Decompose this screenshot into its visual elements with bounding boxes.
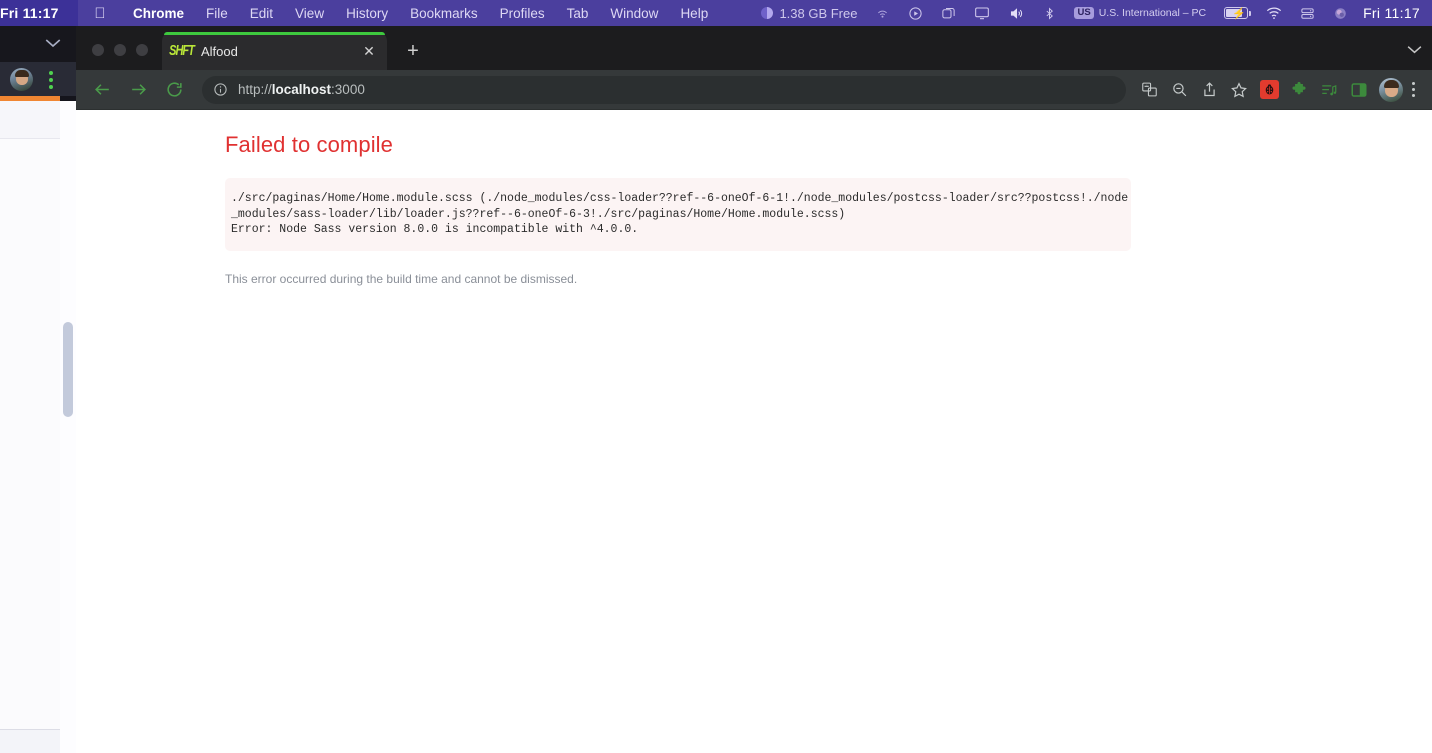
side-panel-icon[interactable] — [1344, 75, 1374, 105]
page-title: Failed to compile — [225, 132, 393, 157]
keyboard-label: U.S. International – PC — [1098, 7, 1207, 19]
background-browser-window[interactable] — [0, 26, 76, 753]
error-message: Error: Node Sass version 8.0.0 is incomp… — [231, 223, 639, 236]
minimize-window-button[interactable] — [114, 44, 126, 56]
apple-logo-icon[interactable]:  — [78, 5, 122, 22]
close-window-button[interactable] — [92, 44, 104, 56]
share-icon[interactable] — [1194, 75, 1224, 105]
screens-icon[interactable] — [932, 6, 965, 21]
memory-gauge-icon — [761, 7, 774, 19]
reload-icon[interactable] — [159, 75, 189, 105]
toolbar-actions — [1134, 75, 1422, 105]
compile-error-overlay: Failed to compile ./src/paginas/Home/Hom… — [76, 110, 1432, 286]
error-details-box: ./src/paginas/Home/Home.module.scss (./n… — [225, 178, 1131, 251]
browser-tab-alfood[interactable]: SHFT Alfood ✕ — [162, 32, 387, 70]
memory-status[interactable]: 1.38 GB Free — [752, 6, 866, 21]
menu-item-bookmarks[interactable]: Bookmarks — [399, 6, 489, 21]
profile-avatar[interactable] — [1379, 77, 1403, 102]
translate-icon[interactable] — [1134, 75, 1164, 105]
media-playlist-icon[interactable] — [1314, 75, 1344, 105]
time-machine-icon[interactable] — [1291, 6, 1324, 21]
url-host: localhost — [271, 82, 332, 97]
back-arrow-icon[interactable] — [87, 75, 117, 105]
screen-root: Fri 11:17  Chrome File Edit View Histor… — [0, 0, 1432, 753]
battery-charging-icon[interactable]: ⚡ — [1215, 7, 1257, 20]
background-page-footer — [0, 729, 60, 753]
menu-item-history[interactable]: History — [335, 6, 399, 21]
new-tab-button[interactable]: + — [399, 37, 427, 65]
volume-icon[interactable] — [999, 6, 1034, 21]
avatar[interactable] — [10, 68, 33, 91]
tab-title: Alfood — [201, 43, 238, 59]
url-port: :3000 — [331, 82, 365, 97]
menu-item-profiles[interactable]: Profiles — [489, 6, 556, 21]
menu-item-file[interactable]: File — [195, 6, 239, 21]
menu-item-window[interactable]: Window — [599, 6, 669, 21]
background-tabstrip — [0, 26, 76, 62]
shft-favicon: SHFT — [169, 42, 195, 60]
ladybug-glyph — [1259, 80, 1279, 99]
url-text: http://localhost:3000 — [238, 82, 365, 97]
menu-item-tab[interactable]: Tab — [556, 6, 600, 21]
browser-toolbar: http://localhost:3000 — [76, 70, 1432, 110]
chevron-down-icon[interactable] — [1396, 30, 1432, 68]
menu-item-chrome[interactable]: Chrome — [122, 6, 195, 21]
menu-item-edit[interactable]: Edit — [239, 6, 284, 21]
menu-item-view[interactable]: View — [284, 6, 335, 21]
menubar-clock[interactable]: Fri 11:17 — [1357, 5, 1432, 21]
bluetooth-icon[interactable] — [1034, 6, 1065, 21]
memory-label: 1.38 GB Free — [779, 5, 858, 21]
error-module-path: ./src/paginas/Home/Home.module.scss (./n… — [231, 192, 1129, 221]
page-viewport: Failed to compile ./src/paginas/Home/Hom… — [76, 110, 1432, 753]
menubar-left-clock: Fri 11:17 — [0, 0, 78, 26]
maximize-window-button[interactable] — [136, 44, 148, 56]
display-icon[interactable] — [965, 5, 999, 21]
menu-item-help[interactable]: Help — [669, 6, 719, 21]
macos-menu-bar: Fri 11:17  Chrome File Edit View Histor… — [0, 0, 1432, 26]
background-toolbar — [0, 62, 76, 96]
forward-arrow-icon[interactable] — [123, 75, 153, 105]
airplay-icon[interactable] — [866, 6, 899, 21]
battery-shell: ⚡ — [1224, 7, 1252, 20]
wifi-icon[interactable] — [1257, 6, 1291, 20]
three-dot-menu-icon[interactable] — [1408, 82, 1422, 97]
background-page-header — [0, 101, 60, 139]
error-note: This error occurred during the build tim… — [225, 271, 578, 286]
chrome-browser-window: SHFT Alfood ✕ + http://localhost:3000 Fa… — [76, 26, 1432, 753]
address-bar[interactable]: http://localhost:3000 — [202, 75, 1126, 104]
scrollbar-thumb[interactable] — [63, 322, 73, 417]
star-icon[interactable] — [1224, 75, 1254, 105]
keyboard-badge: US — [1074, 6, 1094, 20]
close-tab-icon[interactable]: ✕ — [359, 41, 379, 61]
url-scheme: http:// — [238, 82, 272, 97]
window-controls — [76, 44, 162, 70]
tab-strip: SHFT Alfood ✕ + — [76, 26, 1432, 70]
puzzle-piece-icon[interactable] — [1284, 75, 1314, 105]
ladybug-extension-icon[interactable] — [1254, 75, 1284, 105]
menubar-status-area: 1.38 GB Free US U.S. International – PC … — [752, 0, 1432, 26]
record-circle-icon[interactable] — [899, 6, 932, 21]
keyboard-layout[interactable]: US U.S. International – PC — [1065, 6, 1215, 20]
info-circle-icon[interactable] — [213, 82, 228, 97]
background-page-content — [0, 101, 60, 753]
zoom-out-icon[interactable] — [1164, 75, 1194, 105]
scrollbar-track[interactable] — [60, 101, 76, 753]
siri-icon[interactable] — [1324, 6, 1357, 21]
vertical-dots-icon[interactable] — [49, 71, 53, 89]
chevron-down-icon[interactable] — [44, 36, 62, 54]
